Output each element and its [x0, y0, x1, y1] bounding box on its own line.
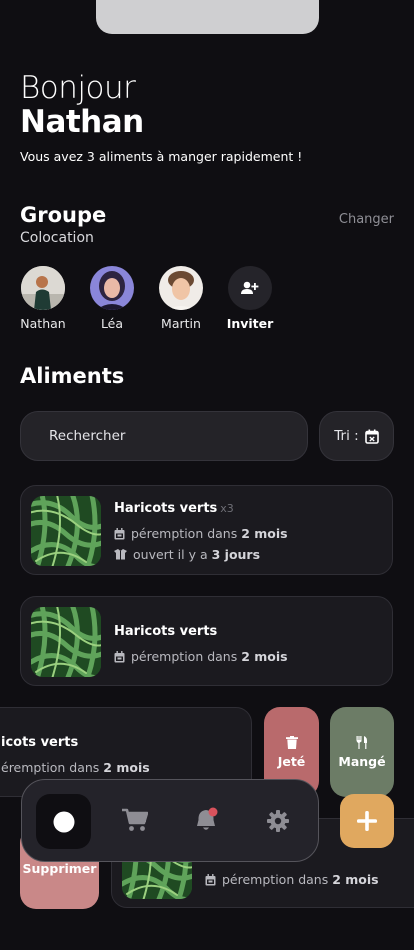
expiry-value: 2 mois — [241, 526, 288, 541]
search-input[interactable]: Rechercher — [20, 411, 308, 461]
member-name: Martin — [161, 316, 201, 331]
expiry-value: 2 mois — [241, 649, 288, 664]
thrown-label: Jeté — [277, 753, 306, 769]
group-title: Groupe — [20, 203, 107, 227]
eaten-button[interactable]: Mangé — [330, 707, 394, 797]
member-name: Léa — [100, 316, 124, 331]
expiry-info: péremption dans 2 mois — [205, 872, 379, 887]
calendar-icon — [114, 650, 125, 662]
expiry-prefix: éremption dans — [1, 760, 100, 775]
beans-image — [31, 496, 101, 566]
device-notch — [96, 0, 319, 34]
invite-label: Inviter — [226, 316, 274, 331]
expiry-prefix: péremption dans — [222, 872, 329, 887]
delete-label: Supprimer — [22, 860, 97, 876]
trash-icon — [285, 735, 298, 749]
calendar-x-icon — [364, 429, 379, 444]
avatar — [90, 266, 134, 310]
open-box-icon — [114, 549, 127, 560]
expiry-value: 2 mois — [332, 872, 379, 887]
expiry-info: péremption dans 2 mois — [114, 649, 288, 664]
avatar — [159, 266, 203, 310]
calendar-icon — [114, 527, 125, 539]
greeting-subtitle: Vous avez 3 aliments à manger rapidement… — [20, 149, 303, 164]
invite-button[interactable]: Inviter — [220, 266, 280, 331]
opened-value: 3 jours — [211, 547, 261, 562]
food-name: Haricots verts — [114, 624, 218, 639]
add-food-button[interactable] — [340, 794, 394, 848]
calendar-icon — [205, 873, 216, 885]
member-martin[interactable]: Martin — [151, 266, 211, 331]
expiry-value: 2 mois — [103, 760, 150, 775]
member-name: Nathan — [20, 316, 66, 331]
expiry-info: péremption dans 2 mois — [114, 526, 288, 541]
bell-icon[interactable] — [194, 807, 220, 833]
member-lea[interactable]: Léa — [82, 266, 142, 331]
food-name-row: Haricots verts x3 — [114, 501, 234, 516]
sort-label: Tri : — [334, 428, 359, 444]
bottom-nav — [21, 779, 319, 862]
food-card[interactable]: Haricots verts x3 péremption dans 2 mois … — [20, 485, 393, 575]
foods-title: Aliments — [20, 364, 125, 388]
plus-icon — [357, 811, 377, 831]
group-subtitle: Colocation — [20, 230, 94, 246]
greeting-name: Nathan — [20, 104, 144, 140]
member-nathan[interactable]: Nathan — [13, 266, 73, 331]
expiry-prefix: péremption dans — [131, 649, 238, 664]
food-name: Haricots verts — [114, 501, 218, 516]
opened-prefix: ouvert il y a — [133, 547, 208, 562]
add-user-icon — [228, 266, 272, 310]
beans-image — [31, 607, 101, 677]
utensils-icon — [356, 735, 368, 749]
cart-icon[interactable] — [122, 808, 148, 832]
expiry-prefix: péremption dans — [131, 526, 238, 541]
food-quantity: x3 — [220, 502, 234, 515]
search-placeholder: Rechercher — [49, 428, 126, 444]
opened-info: ouvert il y a 3 jours — [114, 547, 260, 562]
change-group-link[interactable]: Changer — [339, 212, 394, 227]
food-card[interactable]: Haricots verts péremption dans 2 mois — [20, 596, 393, 686]
gear-icon[interactable] — [267, 810, 289, 832]
greeting-line: Bonjour — [20, 70, 136, 106]
avatar — [21, 266, 65, 310]
home-icon — [53, 811, 74, 832]
sort-button[interactable]: Tri : — [319, 411, 394, 461]
food-name: icots verts — [1, 735, 79, 750]
expiry-info: éremption dans 2 mois — [1, 760, 150, 775]
nav-home-button[interactable] — [36, 794, 91, 849]
eaten-label: Mangé — [338, 753, 386, 769]
